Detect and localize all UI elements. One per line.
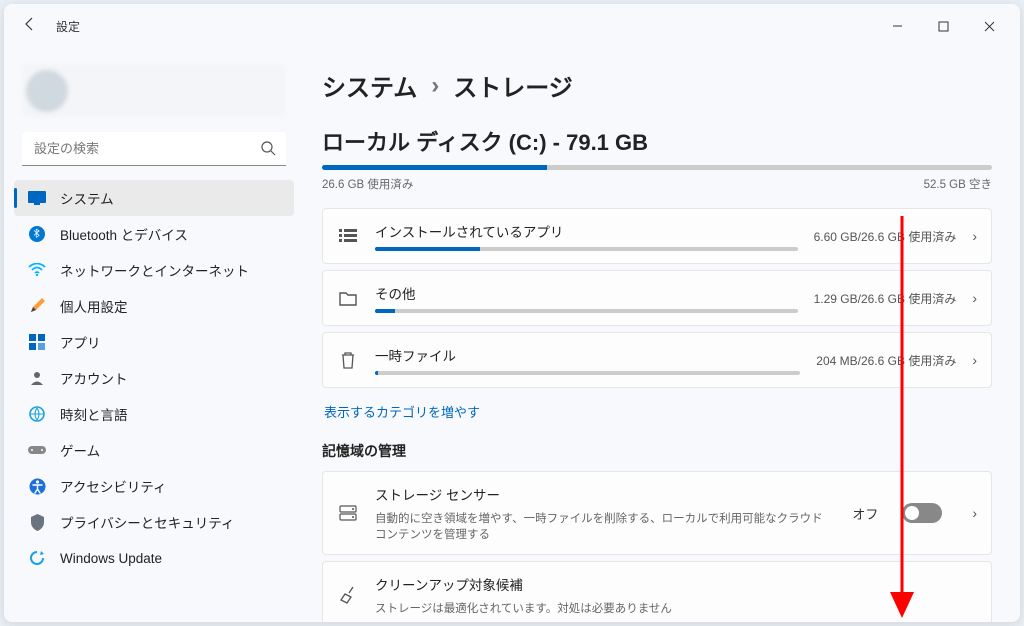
- main-content: システム › ストレージ ローカル ディスク (C:) - 79.1 GB 26…: [304, 48, 1020, 622]
- sidebar-item-label: システム: [60, 188, 114, 208]
- wifi-icon: [28, 261, 46, 279]
- sidebar-item-label: 個人用設定: [60, 296, 128, 316]
- sidebar-item-label: Bluetooth とデバイス: [60, 224, 188, 244]
- sidebar-item-label: アプリ: [60, 332, 101, 352]
- category-stat: 204 MB/26.6 GB 使用済み: [816, 352, 956, 369]
- sidebar-item-label: ネットワークとインターネット: [60, 260, 249, 280]
- gamepad-icon: [28, 441, 46, 459]
- setting-title: クリーンアップ対象候補: [375, 574, 977, 594]
- breadcrumb-separator: ›: [431, 72, 439, 100]
- settings-window: 設定 システム Bluetooth: [4, 4, 1020, 622]
- category-other[interactable]: その他 1.29 GB/26.6 GB 使用済み ›: [322, 270, 992, 326]
- shield-icon: [28, 513, 46, 531]
- minimize-button[interactable]: [874, 10, 920, 42]
- back-button[interactable]: [22, 16, 38, 37]
- display-icon: [28, 189, 46, 207]
- app-title: 設定: [56, 18, 80, 35]
- accessibility-icon: [28, 477, 46, 495]
- trash-icon: [337, 349, 359, 371]
- sidebar: システム Bluetooth とデバイス ネットワークとインターネット 個人用設…: [4, 48, 304, 622]
- setting-description: ストレージは最適化されています。対処は必要ありません: [375, 600, 977, 616]
- category-stat: 6.60 GB/26.6 GB 使用済み: [814, 228, 957, 245]
- breadcrumb: システム › ストレージ: [322, 68, 992, 103]
- breadcrumb-system[interactable]: システム: [322, 68, 417, 103]
- disk-usage-fill: [322, 165, 547, 170]
- storage-sense-setting[interactable]: ストレージ センサー 自動的に空き領域を増やす、一時ファイルを削除する、ローカル…: [322, 471, 992, 555]
- category-title: インストールされているアプリ: [375, 221, 798, 241]
- titlebar: 設定: [4, 4, 1020, 48]
- category-temp-files[interactable]: 一時ファイル 204 MB/26.6 GB 使用済み ›: [322, 332, 992, 388]
- sidebar-item-label: プライバシーとセキュリティ: [60, 512, 234, 532]
- broom-icon: [337, 584, 359, 606]
- sidebar-item-label: ゲーム: [60, 440, 100, 460]
- person-icon: [28, 369, 46, 387]
- search-input[interactable]: [22, 132, 286, 166]
- sidebar-item-accounts[interactable]: アカウント: [14, 360, 294, 396]
- sidebar-item-windows-update[interactable]: Windows Update: [14, 540, 294, 576]
- maximize-button[interactable]: [920, 10, 966, 42]
- category-stat: 1.29 GB/26.6 GB 使用済み: [814, 290, 957, 307]
- category-title: 一時ファイル: [375, 345, 800, 365]
- close-button[interactable]: [966, 10, 1012, 42]
- folder-icon: [337, 287, 359, 309]
- sidebar-item-label: Windows Update: [60, 551, 162, 566]
- sidebar-item-label: 時刻と言語: [60, 404, 128, 424]
- disk-usage-bar: [322, 165, 992, 170]
- cleanup-recommendations-setting[interactable]: クリーンアップ対象候補 ストレージは最適化されています。対処は必要ありません: [322, 561, 992, 622]
- apps-list-icon: [337, 225, 359, 247]
- breadcrumb-storage: ストレージ: [453, 68, 573, 103]
- sidebar-item-gaming[interactable]: ゲーム: [14, 432, 294, 468]
- chevron-right-icon: ›: [972, 290, 977, 306]
- sidebar-item-accessibility[interactable]: アクセシビリティ: [14, 468, 294, 504]
- sidebar-item-time-language[interactable]: 時刻と言語: [14, 396, 294, 432]
- setting-description: 自動的に空き領域を増やす、一時ファイルを削除する、ローカルで利用可能なクラウド …: [375, 510, 836, 542]
- sidebar-item-apps[interactable]: アプリ: [14, 324, 294, 360]
- sidebar-item-network[interactable]: ネットワークとインターネット: [14, 252, 294, 288]
- sidebar-item-privacy[interactable]: プライバシーとセキュリティ: [14, 504, 294, 540]
- chevron-right-icon: ›: [972, 228, 977, 244]
- storage-management-heading: 記憶域の管理: [322, 441, 992, 461]
- user-account-block[interactable]: [22, 64, 286, 118]
- disk-title: ローカル ディスク (C:) - 79.1 GB: [322, 125, 992, 157]
- setting-title: ストレージ センサー: [375, 484, 836, 504]
- sidebar-item-system[interactable]: システム: [14, 180, 294, 216]
- toggle-state-label: オフ: [852, 504, 878, 523]
- category-installed-apps[interactable]: インストールされているアプリ 6.60 GB/26.6 GB 使用済み ›: [322, 208, 992, 264]
- sidebar-item-label: アカウント: [60, 368, 128, 388]
- bluetooth-icon: [28, 225, 46, 243]
- paintbrush-icon: [28, 297, 46, 315]
- chevron-right-icon: ›: [972, 505, 977, 521]
- storage-sense-toggle[interactable]: [902, 503, 942, 523]
- drive-icon: [337, 502, 359, 524]
- apps-icon: [28, 333, 46, 351]
- sidebar-item-personalization[interactable]: 個人用設定: [14, 288, 294, 324]
- annotation-arrow: [874, 206, 934, 622]
- disk-free-label: 52.5 GB 空き: [924, 176, 992, 192]
- globe-clock-icon: [28, 405, 46, 423]
- chevron-right-icon: ›: [972, 352, 977, 368]
- sidebar-item-bluetooth[interactable]: Bluetooth とデバイス: [14, 216, 294, 252]
- sidebar-item-label: アクセシビリティ: [60, 476, 167, 496]
- disk-used-label: 26.6 GB 使用済み: [322, 176, 413, 192]
- category-title: その他: [375, 283, 798, 303]
- update-icon: [28, 549, 46, 567]
- show-more-categories-link[interactable]: 表示するカテゴリを増やす: [324, 402, 480, 421]
- search-icon: [260, 140, 276, 161]
